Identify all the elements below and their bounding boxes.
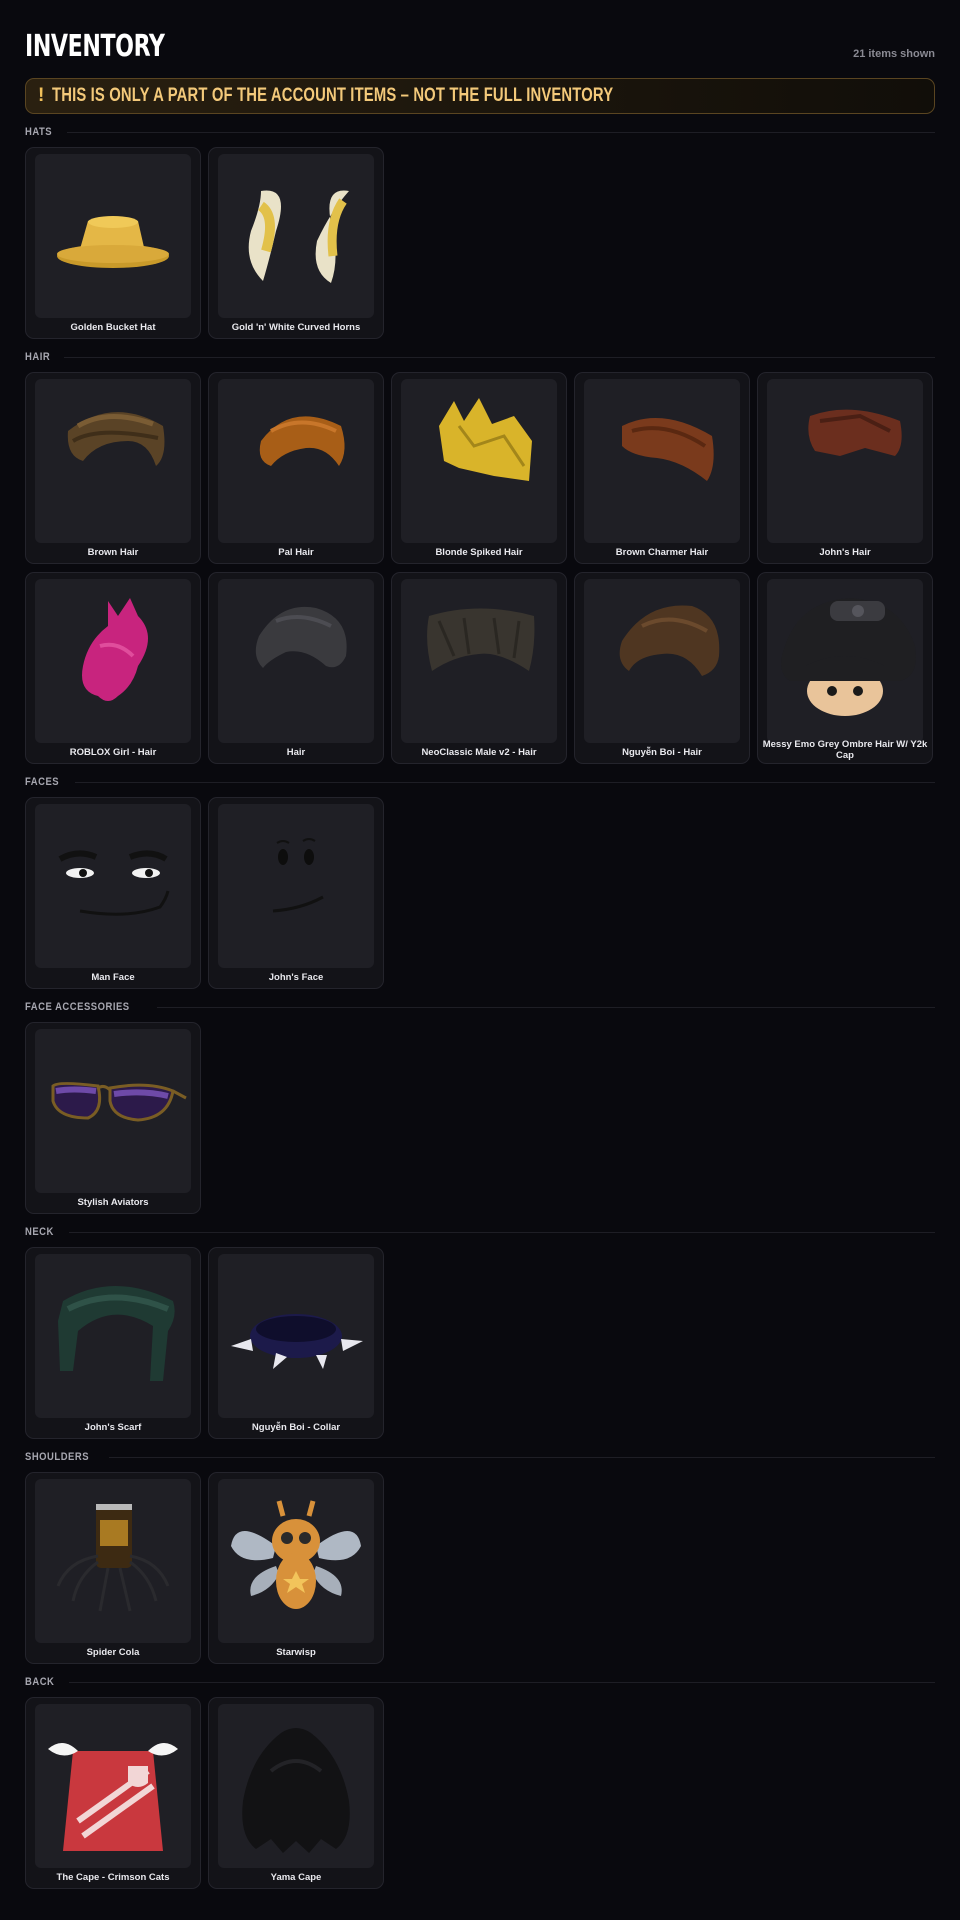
item-card[interactable]: John's Scarf	[25, 1247, 201, 1439]
item-card[interactable]: Pal Hair	[208, 372, 384, 564]
spider-icon	[35, 1479, 191, 1643]
item-card[interactable]: ROBLOX Girl - Hair	[25, 572, 201, 764]
creature-icon	[218, 1479, 374, 1643]
face-icon	[218, 804, 374, 968]
item-name: Golden Bucket Hat	[70, 322, 156, 333]
item-card[interactable]: John's Hair	[757, 372, 933, 564]
section-label: HATS	[25, 126, 53, 138]
item-grid-shoulders: Spider Cola Starwisp	[25, 1472, 935, 1664]
item-card[interactable]: Gold 'n' White Curved Horns	[208, 147, 384, 339]
section-label: FACE ACCESSORIES	[25, 1001, 130, 1013]
section-header-hair: HAIR	[25, 349, 935, 365]
item-name: NeoClassic Male v2 - Hair	[421, 747, 537, 758]
scarf-icon	[35, 1254, 191, 1418]
item-name: Brown Hair	[87, 547, 139, 558]
item-card[interactable]: Spider Cola	[25, 1472, 201, 1664]
item-card[interactable]: Starwisp	[208, 1472, 384, 1664]
collar-icon	[218, 1254, 374, 1418]
item-count: 21 items shown	[853, 48, 935, 60]
hair-icon	[401, 579, 557, 743]
item-name: John's Hair	[819, 547, 871, 558]
item-card[interactable]: The Cape - Crimson Cats	[25, 1697, 201, 1889]
warning-text: THIS IS ONLY A PART OF THE ACCOUNT ITEMS…	[52, 85, 614, 106]
item-name: Spider Cola	[86, 1647, 140, 1658]
emo-head-icon	[767, 579, 923, 743]
section-header-back: BACK	[25, 1674, 935, 1690]
item-name: Yama Cape	[270, 1872, 322, 1883]
horns-icon	[218, 154, 374, 318]
item-name: Pal Hair	[278, 547, 314, 558]
item-card[interactable]: Nguyễn Boi - Collar	[208, 1247, 384, 1439]
item-name: Gold 'n' White Curved Horns	[231, 322, 361, 333]
section-label: BACK	[25, 1676, 55, 1688]
item-name: Messy Emo Grey Ombre Hair W/ Y2k Cap	[762, 739, 928, 761]
hair-icon	[218, 379, 374, 543]
hair-icon	[584, 579, 740, 743]
item-card[interactable]: Brown Charmer Hair	[574, 372, 750, 564]
section-divider	[64, 356, 935, 358]
item-card[interactable]: Man Face	[25, 797, 201, 989]
item-grid-faces: Man Face John's Face	[25, 797, 935, 989]
item-card[interactable]: Golden Bucket Hat	[25, 147, 201, 339]
item-name: Blonde Spiked Hair	[435, 547, 523, 558]
hair-icon	[767, 379, 923, 543]
header: INVENTORY 21 items shown	[25, 26, 935, 62]
item-card[interactable]: Stylish Aviators	[25, 1022, 201, 1214]
item-card[interactable]: Hair	[208, 572, 384, 764]
section-divider	[66, 131, 935, 133]
sunglasses-icon	[35, 1029, 191, 1193]
inventory-page: INVENTORY 21 items shown ! THIS IS ONLY …	[0, 0, 960, 1889]
item-card[interactable]: Brown Hair	[25, 372, 201, 564]
item-name: Nguyễn Boi - Hair	[622, 747, 702, 758]
warning-icon: !	[38, 85, 45, 106]
section-header-hats: HATS	[25, 124, 935, 140]
item-name: Hair	[286, 747, 306, 758]
item-card[interactable]: Yama Cape	[208, 1697, 384, 1889]
section-header-neck: NECK	[25, 1224, 935, 1240]
item-grid-face-accessories: Stylish Aviators	[25, 1022, 935, 1214]
section-divider	[156, 1006, 935, 1008]
item-grid-hair: Brown Hair Pal Hair Blonde Spiked Hair B…	[25, 372, 935, 764]
item-name: Brown Charmer Hair	[615, 547, 709, 558]
item-grid-neck: John's Scarf Nguyễn Boi - Collar	[25, 1247, 935, 1439]
spiked-hair-icon	[401, 379, 557, 543]
section-header-face-accessories: FACE ACCESSORIES	[25, 999, 935, 1015]
item-card[interactable]: Nguyễn Boi - Hair	[574, 572, 750, 764]
hair-icon	[218, 579, 374, 743]
item-name: ROBLOX Girl - Hair	[69, 747, 157, 758]
warning-banner: ! THIS IS ONLY A PART OF THE ACCOUNT ITE…	[25, 78, 935, 114]
hat-icon	[35, 154, 191, 318]
item-name: John's Face	[268, 972, 324, 983]
item-grid-hats: Golden Bucket Hat Gold 'n' White Curved …	[25, 147, 935, 339]
cape-icon	[218, 1704, 374, 1868]
hair-icon	[584, 379, 740, 543]
hair-icon	[35, 579, 191, 743]
item-name: John's Scarf	[84, 1422, 142, 1433]
item-card[interactable]: NeoClassic Male v2 - Hair	[391, 572, 567, 764]
section-divider	[74, 781, 935, 783]
item-name: Starwisp	[276, 1647, 316, 1658]
cape-icon	[35, 1704, 191, 1868]
section-label: HAIR	[25, 351, 51, 363]
item-card[interactable]: Messy Emo Grey Ombre Hair W/ Y2k Cap	[757, 572, 933, 764]
section-label: FACES	[25, 776, 60, 788]
face-icon	[35, 804, 191, 968]
section-header-faces: FACES	[25, 774, 935, 790]
section-header-shoulders: SHOULDERS	[25, 1449, 935, 1465]
section-label: NECK	[25, 1226, 54, 1238]
item-name: Man Face	[91, 972, 135, 983]
item-grid-back: The Cape - Crimson Cats Yama Cape	[25, 1697, 935, 1889]
item-card[interactable]: Blonde Spiked Hair	[391, 372, 567, 564]
section-divider	[109, 1456, 935, 1458]
item-name: The Cape - Crimson Cats	[56, 1872, 170, 1883]
section-label: SHOULDERS	[25, 1451, 90, 1463]
item-card[interactable]: John's Face	[208, 797, 384, 989]
page-title: INVENTORY	[25, 29, 165, 64]
item-name: Nguyễn Boi - Collar	[251, 1422, 341, 1433]
item-name: Stylish Aviators	[77, 1197, 149, 1208]
section-divider	[68, 1231, 935, 1233]
section-divider	[69, 1681, 935, 1683]
hair-icon	[35, 379, 191, 543]
